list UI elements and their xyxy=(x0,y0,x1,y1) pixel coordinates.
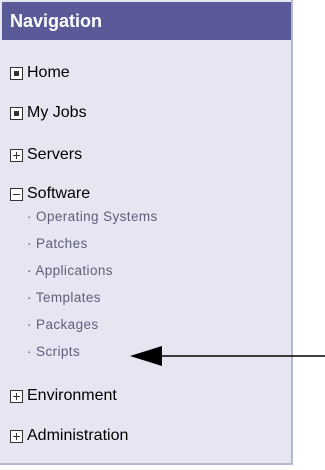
expand-plus-icon[interactable] xyxy=(10,389,23,403)
nav-item-servers[interactable]: Servers xyxy=(10,143,82,167)
subnav-item-applications[interactable]: · Applications xyxy=(27,263,113,278)
nav-item-label: Environment xyxy=(27,387,117,404)
nav-item-home[interactable]: Home xyxy=(10,61,70,85)
nav-item-my-jobs[interactable]: My Jobs xyxy=(10,101,87,125)
subnav-item-templates[interactable]: · Templates xyxy=(27,290,101,305)
nav-item-label: Administration xyxy=(27,427,129,444)
navigation-header: Navigation xyxy=(2,2,291,40)
subnav-item-operating-systems[interactable]: · Operating Systems xyxy=(27,209,158,224)
subnav-item-packages[interactable]: · Packages xyxy=(27,317,99,332)
collapse-minus-icon[interactable] xyxy=(10,187,23,201)
nav-item-label: Home xyxy=(27,64,70,81)
nav-item-administration[interactable]: Administration xyxy=(10,424,128,448)
nav-item-label: Servers xyxy=(27,146,83,163)
subnav-item-scripts[interactable]: · Scripts xyxy=(27,344,80,359)
bullet-box-icon xyxy=(10,66,23,80)
nav-item-software[interactable]: Software xyxy=(10,182,90,206)
nav-item-label: Software xyxy=(27,185,91,202)
navigation-panel: Navigation Home My Jobs Servers Software… xyxy=(0,0,293,465)
expand-plus-icon[interactable] xyxy=(10,148,23,162)
nav-item-environment[interactable]: Environment xyxy=(10,384,117,408)
nav-item-label: My Jobs xyxy=(27,104,87,121)
expand-plus-icon[interactable] xyxy=(10,429,23,443)
bullet-box-icon xyxy=(10,106,23,120)
subnav-item-patches[interactable]: · Patches xyxy=(27,236,88,251)
